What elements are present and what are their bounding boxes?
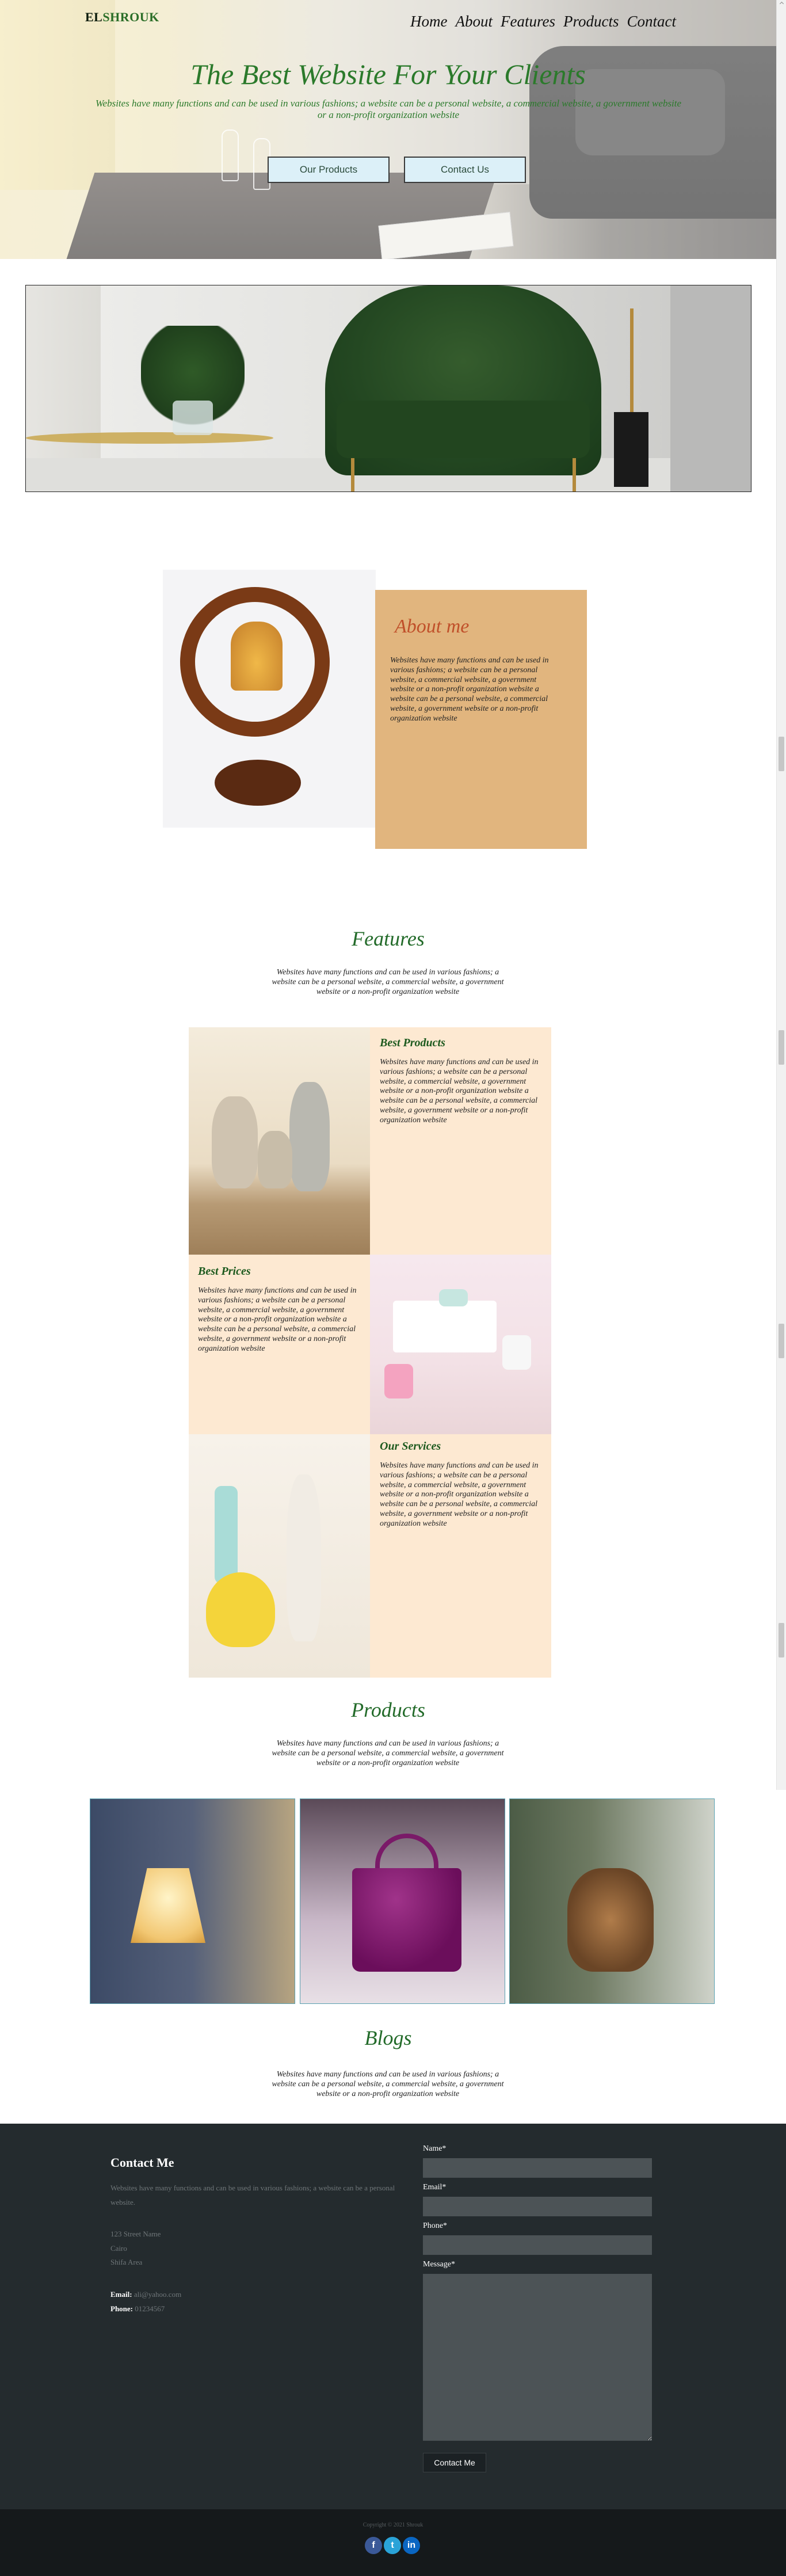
scroll-up-icon[interactable] <box>779 1 784 6</box>
about-card: About me Websites have many functions an… <box>375 590 587 849</box>
hero-overlay <box>0 0 776 259</box>
phone-field[interactable] <box>423 2235 652 2255</box>
name-label: Name* <box>423 2144 447 2153</box>
contact-footer: Contact Me Websites have many functions … <box>0 2124 786 2509</box>
lamp-shade <box>231 622 283 691</box>
nav-home[interactable]: Home <box>410 13 447 31</box>
twitter-icon[interactable]: t <box>384 2537 401 2554</box>
address-line: Cairo <box>110 2243 127 2253</box>
banner-image <box>25 285 751 492</box>
nav-features[interactable]: Features <box>501 13 555 31</box>
name-field[interactable] <box>423 2158 652 2178</box>
about-text: Websites have many functions and can be … <box>390 656 549 723</box>
brand-part-1: EL <box>85 10 103 24</box>
hero-section: ELSHROUK Home About Features Products Co… <box>0 0 776 259</box>
feature-text: Websites have many functions and can be … <box>380 1461 539 1528</box>
features-title: Features <box>352 927 425 950</box>
brand-logo[interactable]: ELSHROUK <box>85 10 159 25</box>
features-grid: Best Products Websites have many functio… <box>189 1027 551 1678</box>
blogs-subtitle: Websites have many functions and can be … <box>272 2070 504 2098</box>
facebook-icon[interactable]: f <box>365 2537 382 2554</box>
feature-title: Best Prices <box>198 1265 251 1278</box>
copyright-text: Copyright © 2021 Shrouk <box>363 2522 423 2528</box>
message-field[interactable] <box>423 2274 652 2441</box>
feature-text: Websites have many functions and can be … <box>380 1058 539 1125</box>
banner-chair-leg <box>573 458 576 491</box>
sub-footer: Copyright © 2021 Shrouk f t in <box>0 2509 786 2576</box>
address-line: 123 Street Name <box>110 2230 161 2238</box>
nav-products[interactable]: Products <box>563 13 619 31</box>
products-title: Products <box>351 1698 425 1721</box>
scrollbar-thumb[interactable] <box>779 1623 784 1657</box>
hero-title: The Best Website For Your Clients <box>190 58 586 90</box>
address-line: Shifa Area <box>110 2258 143 2267</box>
email-field-label: Email* <box>423 2183 447 2192</box>
banner-wall <box>670 285 751 491</box>
feature-best-prices: Best Prices Websites have many functions… <box>198 1265 365 1354</box>
scrollbar-thumb[interactable] <box>779 1030 784 1065</box>
product-wall-lamp[interactable] <box>90 1798 295 2004</box>
product-deer-statue[interactable] <box>509 1798 715 2004</box>
banner-chair-seat <box>337 401 590 458</box>
page-scrollbar[interactable] <box>776 0 786 1790</box>
nav-about[interactable]: About <box>456 13 493 31</box>
product-handbag[interactable] <box>300 1798 505 2004</box>
footer-title: Contact Me <box>110 2155 174 2170</box>
feature-image-kids-table <box>370 1255 551 1434</box>
message-label: Message* <box>423 2260 455 2269</box>
feature-image-flowers <box>189 1434 370 1678</box>
footer-contacts: Email: ali@yahoo.com Phone: 01234567 <box>110 2288 181 2316</box>
banner-lamp-base <box>614 412 648 487</box>
footer-text: Websites have many functions and can be … <box>110 2183 395 2207</box>
footer-address: 123 Street Name Cairo Shifa Area <box>110 2227 161 2270</box>
features-subtitle: Websites have many functions and can be … <box>272 968 504 996</box>
main-nav: Home About Features Products Contact <box>410 13 676 31</box>
blogs-title: Blogs <box>364 2026 412 2049</box>
phone-value: 01234567 <box>135 2304 165 2313</box>
feature-our-services: Our Services Websites have many function… <box>380 1440 547 1529</box>
lamp-base <box>215 760 301 806</box>
feature-text: Websites have many functions and can be … <box>198 1286 357 1353</box>
social-links: f t in <box>365 2537 420 2554</box>
products-subtitle: Websites have many functions and can be … <box>272 1739 504 1767</box>
phone-label: Phone: <box>110 2304 133 2313</box>
hero-subtitle: Websites have many functions and can be … <box>95 98 682 121</box>
email-field[interactable] <box>423 2197 652 2216</box>
email-value[interactable]: ali@yahoo.com <box>134 2290 181 2299</box>
about-image <box>163 570 376 828</box>
scrollbar-thumb[interactable] <box>779 1324 784 1358</box>
email-label: Email: <box>110 2290 132 2299</box>
phone-field-label: Phone* <box>423 2221 447 2230</box>
nav-contact[interactable]: Contact <box>627 13 677 31</box>
feature-best-products: Best Products Websites have many functio… <box>380 1037 547 1126</box>
linkedin-icon[interactable]: in <box>403 2537 420 2554</box>
brand-part-2: SHROUK <box>102 10 159 24</box>
scrollbar-thumb[interactable] <box>779 737 784 771</box>
banner-vase <box>173 401 213 435</box>
feature-image-vases <box>189 1027 370 1255</box>
contact-us-button[interactable]: Contact Us <box>404 157 526 183</box>
about-title: About me <box>395 616 470 637</box>
banner-chair-leg <box>351 458 354 491</box>
feature-title: Best Products <box>380 1037 445 1049</box>
our-products-button[interactable]: Our Products <box>268 157 390 183</box>
contact-me-button[interactable]: Contact Me <box>423 2453 486 2472</box>
feature-title: Our Services <box>380 1440 441 1453</box>
